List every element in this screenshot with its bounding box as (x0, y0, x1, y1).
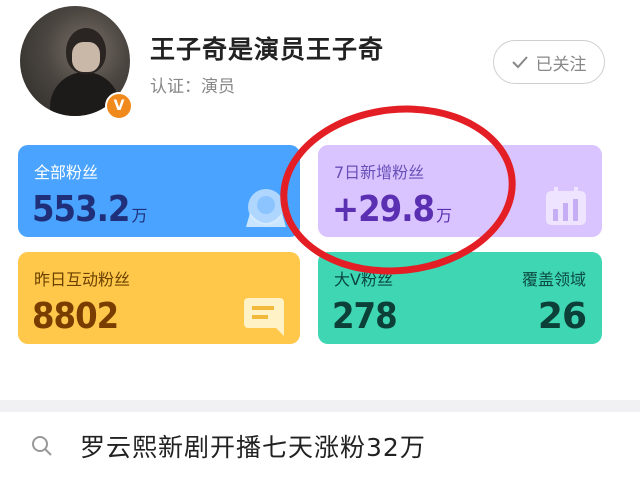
bar-chart-calendar-icon (546, 187, 586, 225)
coverage-fields-label: 覆盖领域 (521, 270, 586, 289)
follow-button[interactable]: 已关注 (493, 40, 605, 84)
interactive-fans-label: 昨日互动粉丝 (34, 270, 131, 289)
checkmark-icon (511, 56, 528, 69)
stat-card-total-fans[interactable]: 全部粉丝 553.2 万 (18, 145, 300, 237)
total-fans-label: 全部粉丝 (34, 163, 99, 182)
follow-label: 已关注 (535, 54, 587, 75)
search-icon (32, 436, 52, 456)
total-fans-value: 553.2 万 (32, 189, 148, 230)
coverage-fields-value: 26 (537, 296, 587, 337)
message-lines-icon (244, 298, 284, 336)
search-bar[interactable]: 罗云熙新剧开播七天涨粉32万 (0, 412, 640, 478)
big-v-fans-value: 278 (332, 296, 398, 337)
profile-name: 王子奇是演员王子奇 (150, 35, 385, 64)
profile-certification: 认证：演员 (150, 77, 235, 97)
avatar-face (72, 42, 100, 72)
stat-card-yesterday-interactive-fans[interactable]: 昨日互动粉丝 8802 (18, 252, 300, 344)
profile-panel: V 王子奇是演员王子奇 认证：演员 已关注 全部粉丝 553.2 万 7日新增粉丝… (0, 0, 640, 400)
interactive-fans-value: 8802 (32, 296, 119, 337)
search-query: 罗云熙新剧开播七天涨粉32万 (80, 433, 426, 462)
verified-v-icon: V (105, 92, 133, 120)
